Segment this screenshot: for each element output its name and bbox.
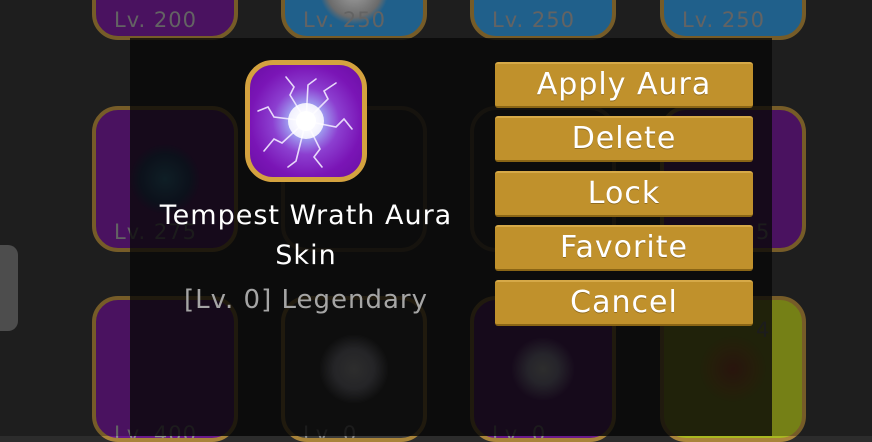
item-level-rarity: [Lv. 0] Legendary: [184, 285, 428, 315]
item-name-line-1: Tempest Wrath Aura: [159, 200, 453, 231]
lightning-sparks-icon: [257, 76, 353, 168]
cancel-button[interactable]: Cancel: [495, 280, 753, 326]
item-name-line-2: Skin: [275, 240, 337, 271]
delete-button[interactable]: Delete: [495, 116, 753, 162]
lock-button[interactable]: Lock: [495, 171, 753, 217]
apply-aura-button[interactable]: Apply Aura: [495, 62, 753, 108]
electric-aura-orb-icon: [245, 60, 367, 182]
favorite-button[interactable]: Favorite: [495, 225, 753, 271]
